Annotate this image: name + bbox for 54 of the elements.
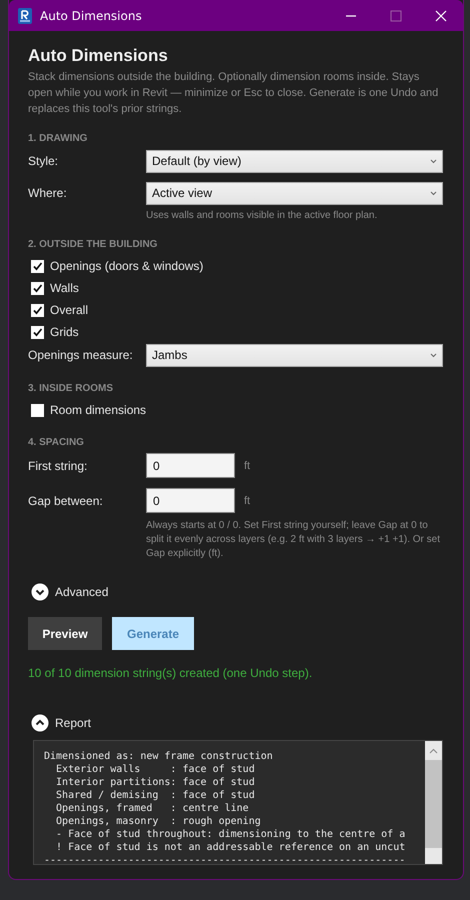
dialog-heading: Auto Dimensions bbox=[28, 46, 169, 66]
number-field[interactable]: 0 bbox=[146, 488, 235, 513]
chevron-circle-icon bbox=[31, 583, 49, 601]
status-message: 10 of 10 dimension string(s) created (one Undo step). bbox=[28, 666, 314, 680]
section-heading: 2. OUTSIDE THE BUILDING bbox=[28, 239, 158, 250]
report-line: Openings, masonry : rough opening bbox=[55, 815, 262, 828]
report-line: ! Face of stud is not an addressable reference on an uncut bbox=[55, 841, 406, 854]
advanced-toggle[interactable]: Advanced bbox=[31, 583, 108, 601]
dropdown[interactable]: Active view bbox=[146, 182, 443, 204]
report-line: Openings, framed : centre line bbox=[55, 802, 250, 815]
checkbox-label[interactable]: Grids bbox=[50, 325, 79, 339]
report-line: Dimensioned as: new frame construction bbox=[44, 750, 274, 763]
unit-label: ft bbox=[244, 460, 250, 472]
checkbox-label[interactable]: Openings (doors & windows) bbox=[50, 259, 204, 273]
report-line: - Face of stud throughout: dimensioning to the centre of a bbox=[55, 828, 406, 841]
report-line: Shared / demising : face of stud bbox=[55, 789, 256, 802]
chevron-down-icon bbox=[430, 352, 437, 358]
section-heading: 1. DRAWING bbox=[28, 133, 88, 144]
dropdown[interactable]: Jambs bbox=[146, 344, 443, 366]
section-heading: 4. SPACING bbox=[28, 437, 85, 448]
scroll-thumb[interactable] bbox=[425, 760, 442, 848]
checkbox[interactable] bbox=[31, 304, 44, 316]
dropdown[interactable]: Default (by view) bbox=[146, 150, 443, 172]
close-icon[interactable] bbox=[435, 10, 447, 22]
section-heading: 3. INSIDE ROOMS bbox=[28, 383, 114, 394]
chevron-down-icon bbox=[430, 190, 437, 196]
report-line: Exterior walls : face of stud bbox=[55, 763, 256, 776]
hint-text: Uses walls and rooms visible in the active floor plan. bbox=[146, 209, 378, 223]
checkbox-label[interactable]: Overall bbox=[50, 303, 88, 317]
scroll-up-icon[interactable] bbox=[429, 748, 438, 754]
description-text: Stack dimensions outside the building. Optionally dimension rooms inside. Stays open while you work in Revit — minimize or Esc to close. Generate is one Undo and replaces this tool's prior strings. bbox=[28, 70, 440, 117]
checkbox[interactable] bbox=[31, 282, 44, 294]
chevron-circle-icon bbox=[31, 714, 49, 732]
app-logo-icon bbox=[18, 8, 32, 24]
unit-label: ft bbox=[244, 494, 250, 506]
field-label: Where: bbox=[28, 186, 68, 200]
report-toggle[interactable]: Report bbox=[31, 714, 92, 732]
field-label: First string: bbox=[28, 458, 88, 472]
field-label: Gap between: bbox=[28, 494, 104, 508]
checkbox-label[interactable]: Walls bbox=[50, 281, 79, 295]
field-label: Openings measure: bbox=[28, 348, 134, 362]
scrollbar[interactable] bbox=[425, 741, 442, 864]
hint-text: Always starts at 0 / 0. Set First string yourself; leave Gap at 0 to split it evenly across layers (e.g. 2 ft with 3 layers → +1 +1). Or set Gap explicitly (ft). bbox=[146, 519, 441, 561]
report-line: Interior partitions: face of stud bbox=[55, 776, 256, 789]
preview-button[interactable]: Preview bbox=[28, 617, 102, 650]
number-field[interactable]: 0 bbox=[146, 453, 235, 478]
window-title: Auto Dimensions bbox=[40, 8, 143, 22]
checkbox[interactable] bbox=[31, 260, 44, 272]
chevron-down-icon bbox=[430, 158, 437, 164]
field-label: Style: bbox=[28, 154, 60, 168]
checkbox[interactable] bbox=[31, 404, 44, 416]
checkbox[interactable] bbox=[31, 326, 44, 338]
report-line: ------------------------------------------------------------ bbox=[44, 854, 406, 864]
checkbox-label[interactable]: Room dimensions bbox=[50, 403, 146, 417]
